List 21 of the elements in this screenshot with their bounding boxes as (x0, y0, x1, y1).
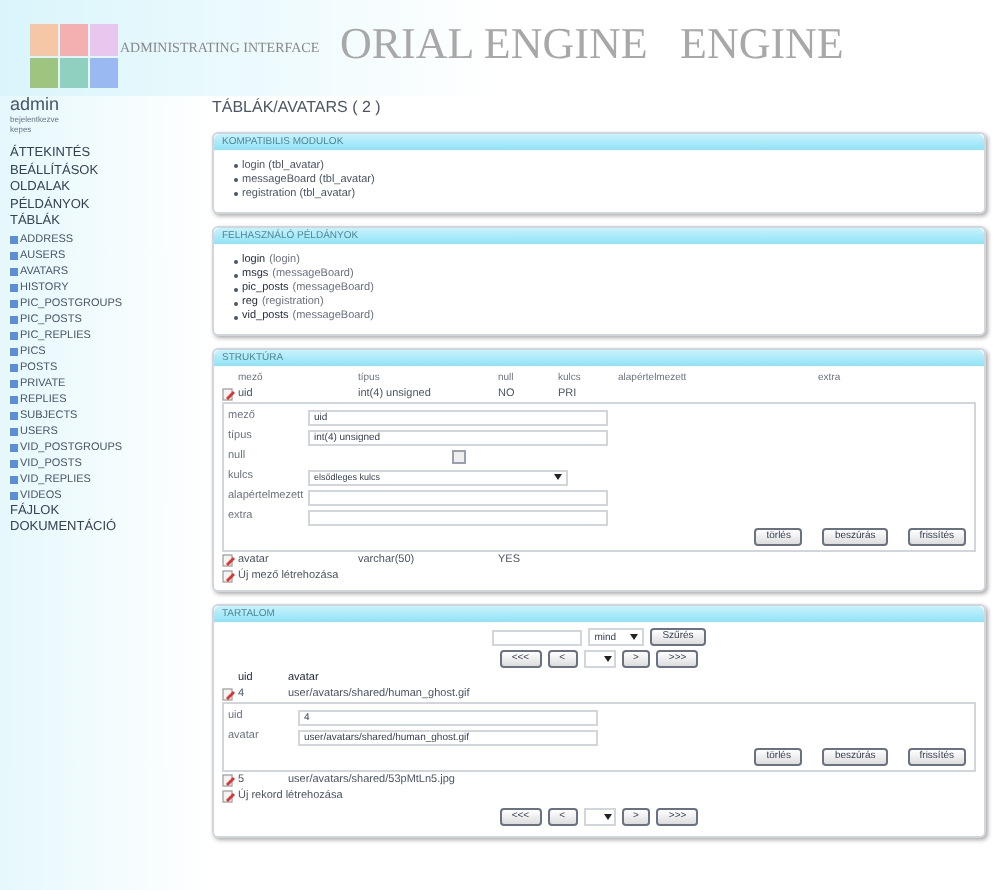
backdrop-title: ENGINE (680, 20, 844, 68)
edit-icon[interactable] (222, 687, 236, 701)
logo-icon (30, 24, 118, 88)
caret-icon (603, 814, 611, 820)
edit-icon[interactable] (222, 569, 236, 583)
page-select[interactable] (583, 808, 615, 826)
edit-icon[interactable] (222, 553, 236, 567)
username: admin (10, 96, 62, 114)
input-field[interactable] (308, 489, 608, 505)
checkbox[interactable] (451, 450, 465, 464)
caret-icon (630, 634, 639, 640)
backdrop-title: ORIAL ENGINE (340, 20, 648, 68)
caret-icon (554, 474, 562, 480)
page-select[interactable] (583, 650, 615, 668)
edit-icon[interactable] (222, 789, 236, 803)
input-field[interactable] (308, 509, 608, 525)
page-title: TÁBLÁK/AVATARS ( 2 ) (212, 96, 383, 120)
edit-icon[interactable] (222, 387, 236, 401)
edit-icon[interactable] (222, 773, 236, 787)
caret-icon (603, 656, 611, 662)
input-field[interactable] (492, 629, 583, 645)
